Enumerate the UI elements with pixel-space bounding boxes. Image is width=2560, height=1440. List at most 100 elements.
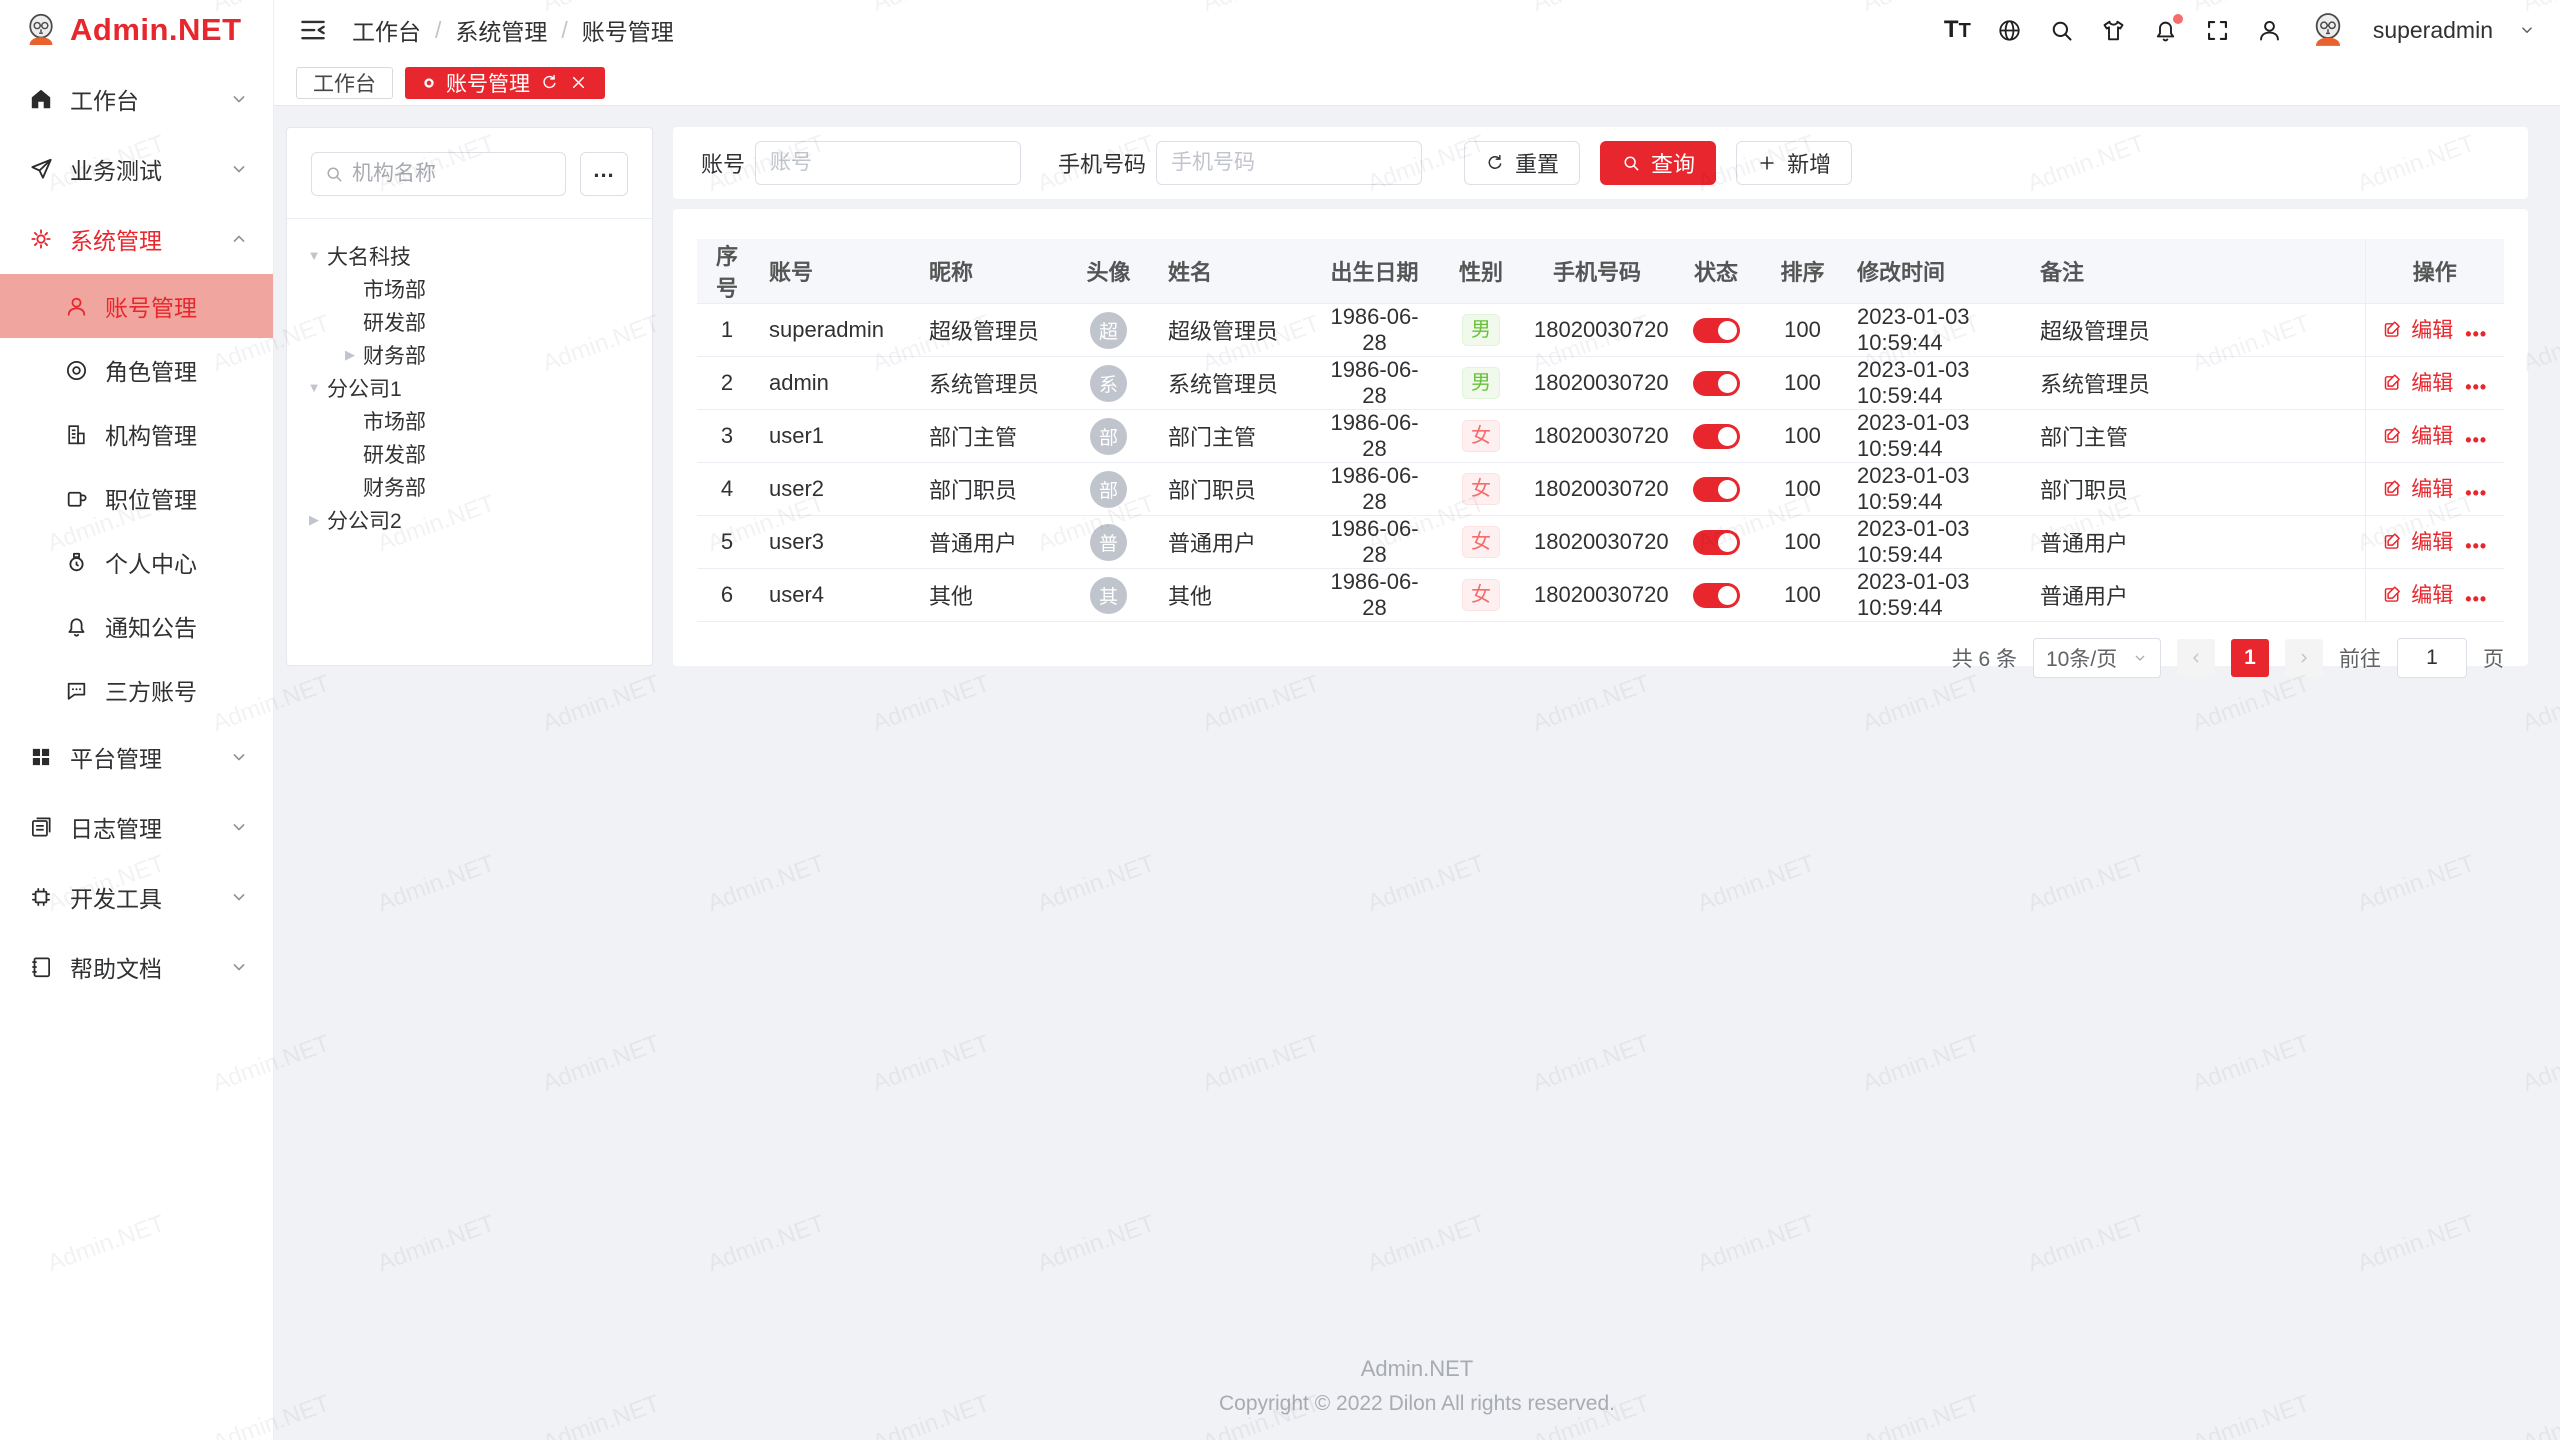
row-more-button[interactable]: ••• — [2465, 430, 2487, 450]
sidebar-item-account-management[interactable]: 账号管理 — [0, 274, 273, 338]
status-toggle[interactable] — [1693, 477, 1740, 502]
row-more-button[interactable]: ••• — [2465, 589, 2487, 609]
language-icon[interactable] — [1996, 17, 2023, 44]
edit-button[interactable]: 编辑 — [2382, 526, 2453, 556]
tree-item[interactable]: 大名科技 — [301, 239, 642, 272]
logo[interactable]: Admin.NET — [0, 0, 273, 60]
page-number-current[interactable]: 1 — [2231, 639, 2269, 677]
tree-caret-icon[interactable] — [301, 511, 327, 529]
footer-copyright: Copyright © 2022 Dilon All rights reserv… — [274, 1392, 2560, 1416]
cell-remark: 系统管理员 — [2028, 357, 2365, 410]
next-page-button[interactable] — [2285, 639, 2323, 677]
tab-workbench[interactable]: 工作台 — [296, 67, 393, 99]
gender-badge: 女 — [1462, 473, 1500, 505]
cell-sort: 100 — [1760, 463, 1845, 516]
sidebar-menu: 工作台 业务测试 系统管理 账号管理 角色管理 — [0, 60, 273, 1002]
cell-phone: 18020030720 — [1522, 357, 1672, 410]
tree-item[interactable]: 分公司2 — [301, 503, 642, 536]
breadcrumb-item[interactable]: 系统管理 — [455, 13, 547, 47]
fullscreen-icon[interactable] — [2204, 17, 2231, 44]
username[interactable]: superadmin — [2373, 17, 2493, 44]
admin-net-app: Admin.NET 工作台 业务测试 系统管理 账号管理 — [0, 0, 2560, 1440]
cell-modified-time: 2023-01-03 10:59:44 — [1845, 463, 2028, 516]
table-row: 3 user1 部门主管 部 部门主管 1986-06-28 女 1802003… — [697, 410, 2504, 463]
prev-page-button[interactable] — [2177, 639, 2215, 677]
org-more-button[interactable]: ... — [580, 152, 628, 196]
table-row: 1 superadmin 超级管理员 超 超级管理员 1986-06-28 男 … — [697, 304, 2504, 357]
page-unit-label: 页 — [2483, 643, 2504, 673]
tree-item[interactable]: 研发部 — [301, 305, 642, 338]
phone-input[interactable] — [1156, 141, 1422, 185]
cell-phone: 18020030720 — [1522, 516, 1672, 569]
refresh-icon[interactable] — [540, 73, 559, 92]
sidebar-item-org-management[interactable]: 机构管理 — [0, 402, 273, 466]
breadcrumb-separator: / — [435, 17, 441, 44]
status-toggle[interactable] — [1693, 583, 1740, 608]
cell-remark: 部门职员 — [2028, 463, 2365, 516]
edit-button[interactable]: 编辑 — [2382, 579, 2453, 609]
search-icon[interactable] — [2048, 17, 2075, 44]
user-icon[interactable] — [2256, 17, 2283, 44]
avatar[interactable] — [2308, 10, 2348, 50]
reset-button[interactable]: 重置 — [1464, 141, 1580, 185]
tree-caret-icon[interactable] — [301, 379, 327, 397]
tree-caret-icon[interactable] — [301, 247, 327, 265]
chevron-down-icon[interactable] — [2518, 21, 2536, 39]
send-icon — [28, 156, 54, 182]
tree-caret-icon[interactable] — [337, 346, 363, 364]
row-more-button[interactable]: ••• — [2465, 536, 2487, 556]
breadcrumb-item[interactable]: 账号管理 — [582, 13, 674, 47]
row-more-button[interactable]: ••• — [2465, 324, 2487, 344]
theme-icon[interactable] — [2100, 17, 2127, 44]
header-toolbar: TT superadmin — [1944, 10, 2536, 50]
tab-account-management[interactable]: 账号管理 — [405, 67, 605, 99]
cell-nickname: 部门职员 — [917, 463, 1061, 516]
avatar: 普 — [1090, 524, 1127, 561]
cell-index: 3 — [697, 410, 757, 463]
notification-bell-icon[interactable] — [2152, 17, 2179, 44]
logo-monkey-icon — [22, 11, 60, 49]
edit-button[interactable]: 编辑 — [2382, 314, 2453, 344]
sidebar-item-role-management[interactable]: 角色管理 — [0, 338, 273, 402]
sidebar-item-workbench[interactable]: 工作台 — [0, 64, 273, 134]
collapse-menu-icon[interactable] — [298, 15, 328, 45]
cell-phone: 18020030720 — [1522, 410, 1672, 463]
tree-item[interactable]: 财务部 — [301, 338, 642, 371]
org-search-input[interactable] — [352, 162, 553, 186]
row-more-button[interactable]: ••• — [2465, 483, 2487, 503]
breadcrumb-item[interactable]: 工作台 — [352, 13, 421, 47]
sidebar-item-personal-center[interactable]: 个人中心 — [0, 530, 273, 594]
edit-button[interactable]: 编辑 — [2382, 473, 2453, 503]
sidebar-item-platform-management[interactable]: 平台管理 — [0, 722, 273, 792]
cell-account: superadmin — [757, 304, 917, 357]
sidebar-item-business-test[interactable]: 业务测试 — [0, 134, 273, 204]
sidebar-item-dev-tools[interactable]: 开发工具 — [0, 862, 273, 932]
goto-page-input[interactable] — [2397, 638, 2467, 678]
status-toggle[interactable] — [1693, 424, 1740, 449]
breadcrumb: 工作台 / 系统管理 / 账号管理 — [352, 13, 674, 47]
tree-item[interactable]: 市场部 — [301, 272, 642, 305]
query-button[interactable]: 查询 — [1600, 141, 1716, 185]
edit-button[interactable]: 编辑 — [2382, 420, 2453, 450]
sidebar-item-notice[interactable]: 通知公告 — [0, 594, 273, 658]
status-toggle[interactable] — [1693, 530, 1740, 555]
close-icon[interactable] — [569, 73, 588, 92]
sidebar-item-third-party-account[interactable]: 三方账号 — [0, 658, 273, 722]
font-size-icon[interactable]: TT — [1944, 16, 1971, 45]
tree-item[interactable]: 财务部 — [301, 470, 642, 503]
status-toggle[interactable] — [1693, 371, 1740, 396]
account-input[interactable] — [755, 141, 1021, 185]
tree-item[interactable]: 分公司1 — [301, 371, 642, 404]
cell-remark: 部门主管 — [2028, 410, 2365, 463]
sidebar-item-system-management[interactable]: 系统管理 — [0, 204, 273, 274]
tree-item[interactable]: 研发部 — [301, 437, 642, 470]
page-size-select[interactable]: 10条/页 — [2033, 638, 2161, 678]
status-toggle[interactable] — [1693, 318, 1740, 343]
edit-button[interactable]: 编辑 — [2382, 367, 2453, 397]
sidebar-item-position-management[interactable]: 职位管理 — [0, 466, 273, 530]
sidebar-item-help-docs[interactable]: 帮助文档 — [0, 932, 273, 1002]
row-more-button[interactable]: ••• — [2465, 377, 2487, 397]
add-button[interactable]: 新增 — [1736, 141, 1852, 185]
sidebar-item-log-management[interactable]: 日志管理 — [0, 792, 273, 862]
tree-item[interactable]: 市场部 — [301, 404, 642, 437]
